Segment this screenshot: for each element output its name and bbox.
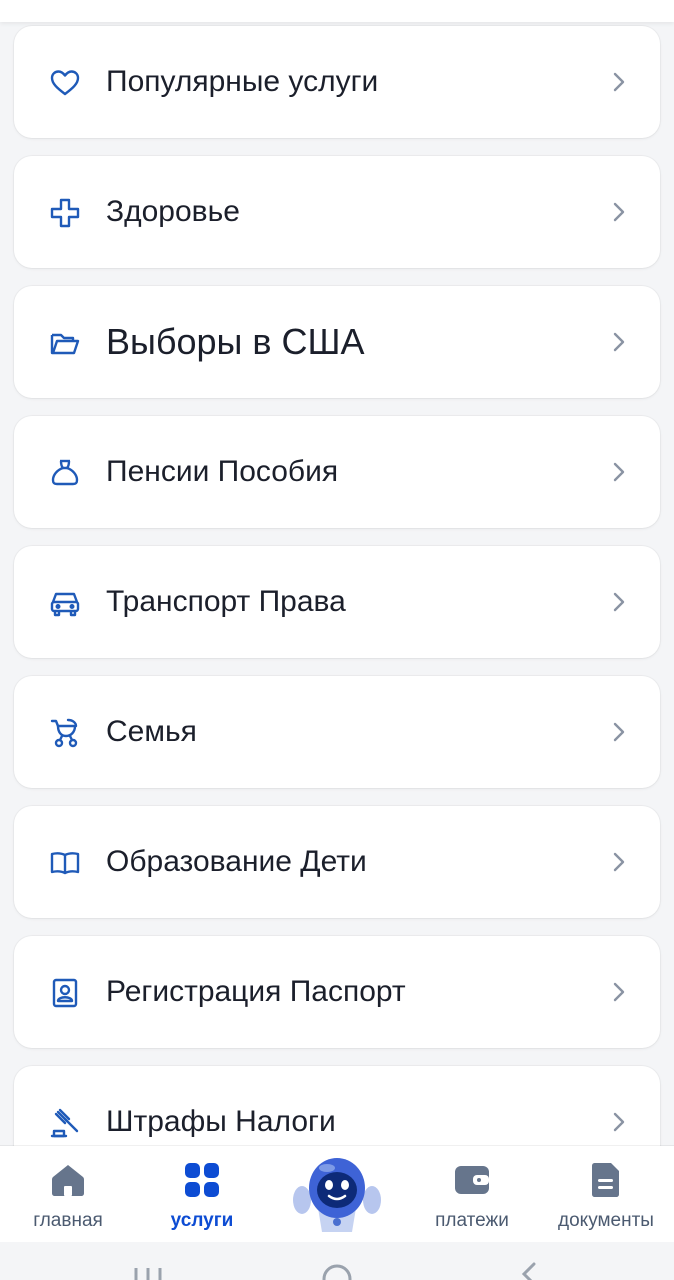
nav-label: главная (33, 1210, 103, 1231)
home-button-icon[interactable] (320, 1262, 354, 1280)
nav-label: платежи (435, 1210, 509, 1231)
folder-icon (48, 326, 82, 360)
nav-tab-documents[interactable]: документы (546, 1146, 666, 1242)
category-education-children[interactable]: Образование Дети (14, 806, 660, 918)
category-transport-license[interactable]: Транспорт Права (14, 546, 660, 658)
category-label: Образование Дети (106, 845, 367, 878)
nav-tab-payments[interactable]: платежи (420, 1146, 524, 1242)
system-navigation-bar (0, 1242, 674, 1280)
chevron-right-icon (606, 590, 630, 614)
baby-stroller-icon (48, 716, 82, 750)
chevron-right-icon (606, 460, 630, 484)
category-family[interactable]: Семья (14, 676, 660, 788)
medical-cross-icon (48, 196, 82, 230)
chevron-right-icon (606, 720, 630, 744)
recent-apps-icon[interactable] (132, 1262, 164, 1280)
category-health[interactable]: Здоровье (14, 156, 660, 268)
category-label: Выборы в США (106, 321, 365, 362)
car-icon (48, 586, 82, 620)
chevron-right-icon (606, 330, 630, 354)
bag-icon (48, 456, 82, 490)
category-label: Здоровье (106, 195, 240, 228)
nav-label: услуги (170, 1210, 234, 1231)
document-icon (586, 1160, 626, 1200)
grid-icon (182, 1160, 222, 1200)
wallet-icon (452, 1160, 492, 1200)
category-pensions-benefits[interactable]: Пенсии Пособия (14, 416, 660, 528)
robot-assistant-icon[interactable] (290, 1152, 384, 1236)
category-label: Транспорт Права (106, 585, 346, 618)
nav-tab-home[interactable]: главная (18, 1146, 118, 1242)
chevron-right-icon (606, 70, 630, 94)
chevron-right-icon (606, 850, 630, 874)
category-label: Семья (106, 715, 197, 748)
book-icon (48, 846, 82, 880)
category-popular-services[interactable]: Популярные услуги (14, 26, 660, 138)
back-button-icon[interactable] (516, 1262, 540, 1280)
nav-label: документы (558, 1210, 654, 1231)
category-registration-passport[interactable]: Регистрация Паспорт (14, 936, 660, 1048)
category-label: Пенсии Пособия (106, 455, 339, 488)
home-icon (48, 1160, 88, 1200)
category-us-elections[interactable]: Выборы в США (14, 286, 660, 398)
passport-icon (48, 976, 82, 1010)
heart-icon (48, 66, 82, 100)
gavel-icon (48, 1106, 82, 1140)
nav-tab-services[interactable]: услуги (152, 1146, 252, 1242)
chevron-right-icon (606, 200, 630, 224)
chevron-right-icon (606, 1110, 630, 1134)
chevron-right-icon (606, 980, 630, 1004)
category-label: Регистрация Паспорт (106, 975, 406, 1008)
top-app-bar (0, 0, 674, 22)
category-label: Популярные услуги (106, 65, 379, 98)
